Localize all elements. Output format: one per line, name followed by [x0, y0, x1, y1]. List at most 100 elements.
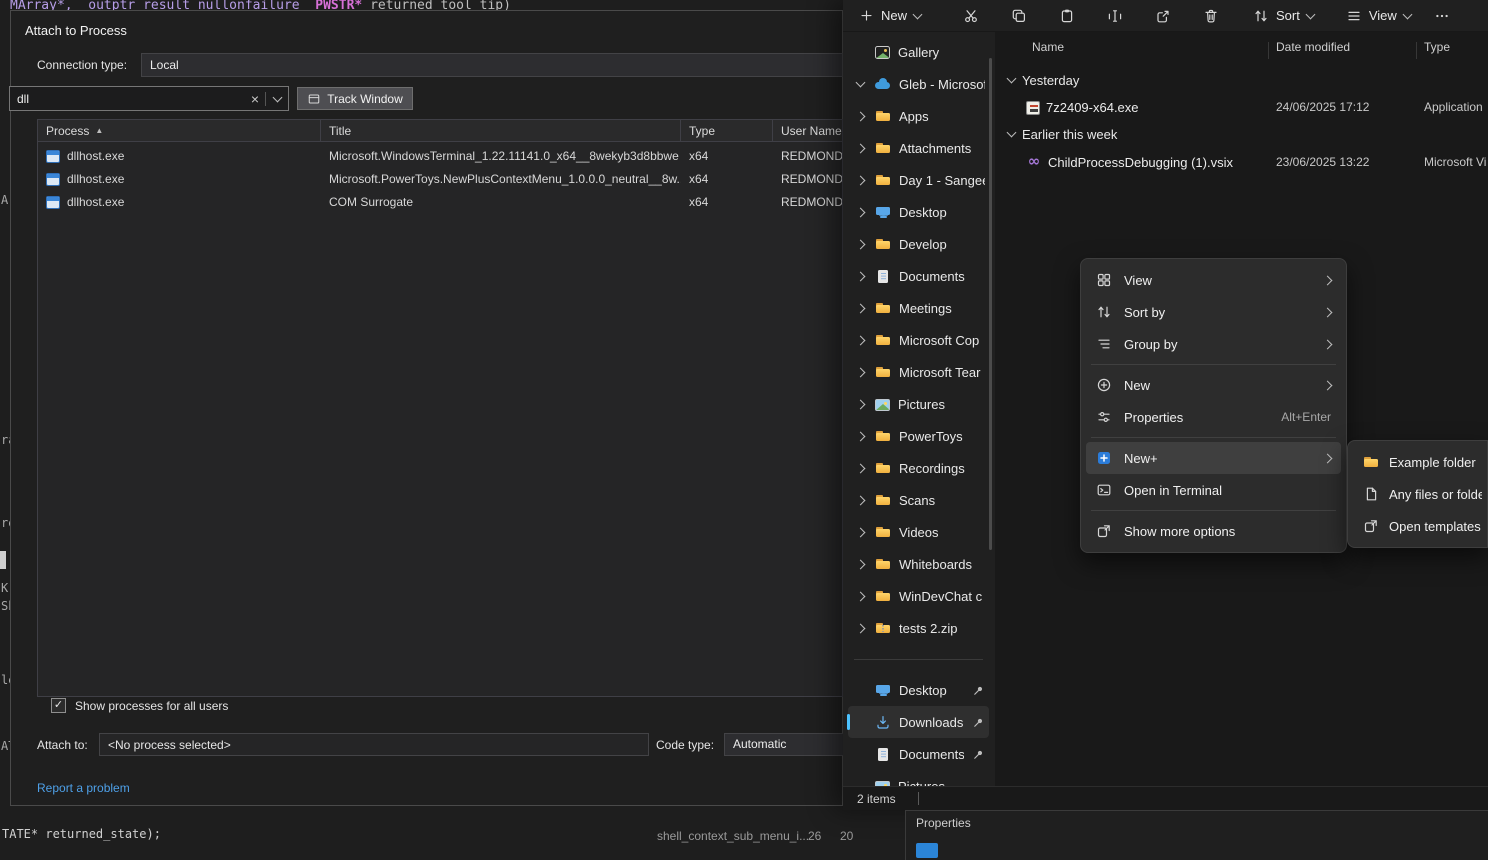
view-button[interactable]: View — [1338, 4, 1419, 28]
chevron-right-icon[interactable] — [854, 465, 867, 472]
sidebar-item-videos[interactable]: Videos — [848, 516, 989, 548]
sidebar-item-develop[interactable]: Develop — [848, 228, 989, 260]
delete-button[interactable] — [1191, 2, 1231, 30]
track-window-button[interactable]: Track Window — [297, 87, 413, 110]
chevron-right-icon[interactable] — [854, 337, 867, 344]
menu-item-show-more-options[interactable]: Show more options — [1086, 515, 1341, 547]
menu-item-open-in-terminal[interactable]: Open in Terminal — [1086, 474, 1341, 506]
column-header-type[interactable]: Type — [681, 120, 773, 141]
file-row[interactable]: 7z2409-x64.exe 24/06/2025 17:12 Applicat… — [995, 93, 1488, 121]
sidebar-item-meetings[interactable]: Meetings — [848, 292, 989, 324]
menu-separator — [1091, 510, 1336, 511]
new-button[interactable]: New — [851, 4, 929, 27]
group-header-yesterday[interactable]: Yesterday — [995, 66, 1488, 94]
picture-icon — [875, 399, 890, 411]
cut-button[interactable] — [951, 2, 991, 30]
chevron-down-icon[interactable] — [1007, 74, 1017, 84]
column-header-process[interactable]: Process▲ — [38, 120, 321, 141]
column-header-title[interactable]: Title — [321, 120, 681, 141]
chevron-right-icon[interactable] — [854, 241, 867, 248]
sidebar-item-scans[interactable]: Scans — [848, 484, 989, 516]
submenu-item-open-templates[interactable]: Open templates — [1353, 510, 1482, 542]
context-menu: View Sort by Group by New Properties Alt… — [1080, 258, 1347, 553]
chevron-right-icon[interactable] — [854, 209, 867, 216]
nav-scrollbar[interactable] — [989, 58, 992, 550]
gallery-icon — [875, 46, 890, 59]
chevron-right-icon[interactable] — [854, 305, 867, 312]
report-problem-link[interactable]: Report a problem — [37, 781, 130, 795]
chevron-right-icon[interactable] — [854, 497, 867, 504]
connection-type-select[interactable]: Local — [141, 53, 843, 77]
codelens-reference[interactable]: shell_context_sub_menu_i... — [657, 829, 809, 843]
sort-button[interactable]: Sort — [1245, 4, 1322, 28]
blue-file-chip — [916, 843, 938, 858]
sidebar-item-gallery[interactable]: Gallery — [848, 36, 989, 68]
sidebar-item-attachments[interactable]: Attachments — [848, 132, 989, 164]
column-header-type[interactable]: Type — [1424, 40, 1450, 54]
sidebar-item-documents[interactable]: Documents — [848, 260, 989, 292]
table-body: dllhost.exe Microsoft.WindowsTerminal_1.… — [38, 144, 842, 213]
chevron-right-icon[interactable] — [854, 529, 867, 536]
column-header-date-modified[interactable]: Date modified — [1276, 40, 1350, 54]
sidebar-item-powertoys[interactable]: PowerToys — [848, 420, 989, 452]
clear-filter-button[interactable]: × — [245, 92, 265, 106]
column-divider[interactable] — [1268, 42, 1269, 59]
paste-button[interactable] — [1047, 2, 1087, 30]
share-button[interactable] — [1143, 2, 1183, 30]
show-all-users-checkbox[interactable] — [51, 698, 66, 713]
column-divider[interactable] — [1416, 42, 1417, 59]
chevron-right-icon[interactable] — [854, 593, 867, 600]
sidebar-item-windevchat[interactable]: WinDevChat c — [848, 580, 989, 612]
process-filter-input[interactable] — [17, 92, 245, 106]
menu-item-sort-by[interactable]: Sort by — [1086, 296, 1341, 328]
sidebar-item-microsoft-copilot[interactable]: Microsoft Cop — [848, 324, 989, 356]
menu-item-new[interactable]: New — [1086, 369, 1341, 401]
column-header-user[interactable]: User Name — [773, 120, 842, 141]
sidebar-item-apps[interactable]: Apps — [848, 100, 989, 132]
attach-to-input[interactable] — [99, 733, 649, 756]
chevron-down-icon[interactable] — [854, 82, 867, 86]
menu-item-group-by[interactable]: Group by — [1086, 328, 1341, 360]
chevron-right-icon[interactable] — [854, 273, 867, 280]
chevron-down-icon[interactable] — [1007, 128, 1017, 138]
process-row[interactable]: dllhost.exe Microsoft.WindowsTerminal_1.… — [38, 144, 842, 167]
rename-button[interactable] — [1095, 2, 1135, 30]
chevron-right-icon[interactable] — [854, 401, 867, 408]
submenu-item-any-files[interactable]: Any files or folde — [1353, 478, 1482, 510]
chevron-right-icon[interactable] — [854, 625, 867, 632]
sidebar-item-pictures[interactable]: Pictures — [848, 388, 989, 420]
chevron-right-icon[interactable] — [854, 113, 867, 120]
code-type-select[interactable]: Automatic — [724, 733, 844, 756]
copy-button[interactable] — [999, 2, 1039, 30]
chevron-right-icon[interactable] — [854, 561, 867, 568]
sidebar-item-tests-zip[interactable]: tests 2.zip — [848, 612, 989, 644]
column-header-name[interactable]: Name — [1032, 40, 1064, 54]
submenu-item-example-folder[interactable]: Example folder — [1353, 446, 1482, 478]
chevron-right-icon[interactable] — [854, 369, 867, 376]
process-row[interactable]: dllhost.exe COM Surrogate x64 REDMOND — [38, 190, 842, 213]
chevron-right-icon[interactable] — [854, 145, 867, 152]
sidebar-item-whiteboards[interactable]: Whiteboards — [848, 548, 989, 580]
sidebar-item-desktop[interactable]: Desktop — [848, 196, 989, 228]
sidebar-item-documents-pinned[interactable]: Documents — [848, 738, 989, 770]
chevron-right-icon[interactable] — [854, 433, 867, 440]
new-plus-submenu: Example folder Any files or folde Open t… — [1347, 440, 1488, 548]
filter-dropdown-button[interactable] — [266, 87, 288, 110]
folder-icon — [875, 332, 891, 348]
chevron-right-icon[interactable] — [854, 177, 867, 184]
sidebar-item-day1[interactable]: Day 1 - Sangee — [848, 164, 989, 196]
app-window-icon — [46, 173, 60, 186]
menu-item-view[interactable]: View — [1086, 264, 1341, 296]
sidebar-item-desktop-pinned[interactable]: Desktop — [848, 674, 989, 706]
process-row[interactable]: dllhost.exe Microsoft.PowerToys.NewPlusC… — [38, 167, 842, 190]
sidebar-item-downloads-pinned[interactable]: Downloads — [848, 706, 989, 738]
menu-item-new-plus[interactable]: New+ — [1086, 442, 1341, 474]
sidebar-item-microsoft-teams[interactable]: Microsoft Tear — [848, 356, 989, 388]
sidebar-item-onedrive[interactable]: Gleb - Microsof — [848, 68, 989, 100]
more-button[interactable] — [1422, 2, 1462, 30]
menu-item-properties[interactable]: Properties Alt+Enter — [1086, 401, 1341, 433]
sidebar-item-recordings[interactable]: Recordings — [848, 452, 989, 484]
file-row[interactable]: ChildProcessDebugging (1).vsix 23/06/202… — [995, 148, 1488, 176]
group-header-earlier-this-week[interactable]: Earlier this week — [995, 120, 1488, 148]
window-icon — [307, 92, 321, 106]
